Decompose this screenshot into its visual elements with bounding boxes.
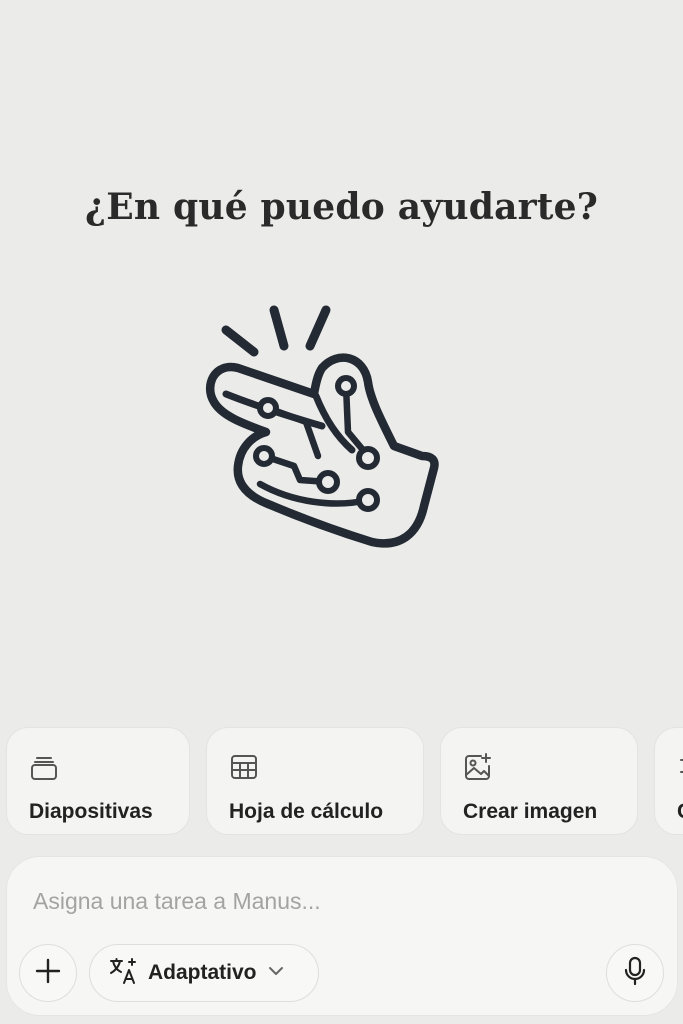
page-title: ¿En qué puedo ayudarte? — [84, 186, 599, 228]
translate-sparkle-icon — [108, 956, 138, 991]
slides-stack-icon — [29, 752, 59, 782]
add-button[interactable] — [19, 944, 77, 1002]
chip-more[interactable]: C — [654, 727, 683, 835]
more-tool-icon — [677, 752, 683, 782]
image-sparkle-icon — [463, 752, 493, 782]
chip-label: C — [677, 800, 683, 824]
microphone-button[interactable] — [606, 944, 664, 1002]
snap-fingers-circuit-icon — [196, 298, 446, 558]
chip-diapositivas[interactable]: Diapositivas — [6, 727, 190, 835]
composer: Adaptativo — [6, 856, 678, 1016]
chevron-down-icon — [267, 964, 285, 982]
plus-icon — [35, 958, 61, 989]
task-input[interactable] — [33, 881, 633, 921]
chip-crear-imagen[interactable]: Crear imagen — [440, 727, 638, 835]
quick-actions: Diapositivas Hoja de cálculo Crear image… — [6, 727, 683, 835]
home-screen: ¿En qué puedo ayudarte? Diapositivas Hoj… — [0, 0, 683, 1024]
mode-selector[interactable]: Adaptativo — [89, 944, 319, 1002]
chip-hoja-de-calculo[interactable]: Hoja de cálculo — [206, 727, 424, 835]
chip-label: Hoja de cálculo — [229, 800, 384, 823]
spreadsheet-grid-icon — [229, 752, 259, 782]
chip-label: Diapositivas — [29, 800, 153, 823]
chip-label: Crear imagen — [463, 800, 598, 823]
mode-label: Adaptativo — [148, 961, 257, 984]
microphone-icon — [622, 956, 648, 991]
